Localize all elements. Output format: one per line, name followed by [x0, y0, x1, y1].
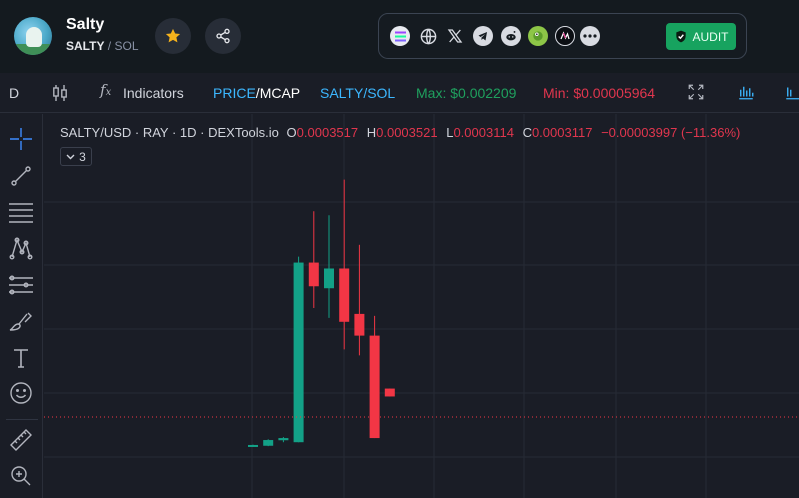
horizontal-lines-icon [9, 203, 33, 223]
token-name: Salty [66, 16, 105, 33]
favorite-button[interactable] [155, 18, 191, 54]
candlestick-chart [44, 114, 799, 498]
forecast-icon [9, 275, 33, 295]
price-chart[interactable]: SALTY/USD · RAY · 1D · DEXTools.io O0.00… [44, 114, 799, 498]
drawing-tools-sidebar [0, 114, 43, 498]
brush-tool[interactable] [8, 309, 34, 335]
coingecko-icon[interactable] [528, 26, 548, 46]
x-twitter-icon[interactable] [445, 26, 465, 46]
candle-body [293, 262, 304, 443]
candle-body [369, 335, 380, 439]
chart-layout-icon [786, 87, 799, 100]
audit-label: AUDIT [692, 29, 729, 44]
crosshair-icon [10, 128, 32, 150]
close-label: C [522, 125, 532, 140]
star-icon [165, 28, 181, 43]
text-tool[interactable] [8, 345, 34, 371]
candle-body [308, 262, 319, 287]
audit-button[interactable]: AUDIT [666, 23, 736, 50]
max-price-label: Max: $0.002209 [416, 85, 517, 101]
indicators-fx-icon[interactable]: fx [100, 81, 111, 99]
mcap-toggle-label[interactable]: MCAP [260, 85, 300, 101]
interval-selector[interactable]: D [9, 85, 19, 101]
candlestick-icon [53, 85, 67, 101]
crosshair-tool[interactable] [8, 126, 34, 152]
zoom-in-icon [11, 466, 31, 486]
fullscreen-icon [688, 84, 704, 100]
chart-type-button[interactable] [52, 83, 68, 106]
chevron-down-icon [66, 154, 75, 159]
website-globe-icon[interactable] [418, 26, 438, 46]
token-avatar [14, 17, 52, 55]
tools-divider [6, 419, 38, 420]
ruler-icon [10, 429, 32, 451]
social-links-bar: AUDIT [378, 13, 747, 59]
candle-body [339, 268, 350, 322]
pair-currency-toggle[interactable]: SALTY/SOL [320, 85, 395, 101]
emoji-tool[interactable] [8, 380, 34, 406]
trend-line-icon [11, 166, 31, 186]
smiley-icon [10, 382, 32, 404]
price-toggle-label[interactable]: PRICE [213, 85, 256, 101]
chart-title: SALTY/USD · RAY · 1D · DEXTools.io [60, 125, 279, 140]
prediction-tool[interactable] [8, 272, 34, 298]
low-value: 0.0003114 [453, 125, 514, 140]
token-header: Salty SALTY / SOL AUDIT [0, 0, 799, 73]
legend-collapse-button[interactable]: 3 [60, 147, 92, 166]
open-value: 0.0003517 [296, 125, 359, 140]
measure-tool[interactable] [8, 427, 34, 453]
high-label: H [366, 125, 377, 140]
share-button[interactable] [205, 18, 241, 54]
layout-button[interactable] [784, 83, 799, 104]
min-price-label: Min: $0.00005964 [543, 85, 656, 101]
fullscreen-button[interactable] [687, 83, 705, 104]
token-pair: SALTY / SOL [66, 39, 139, 53]
pattern-icon [9, 237, 33, 260]
pattern-tool[interactable] [8, 235, 34, 261]
more-icon[interactable] [580, 26, 600, 46]
indicators-button[interactable]: Indicators [123, 85, 184, 101]
candle-body [384, 388, 395, 397]
share-icon [216, 28, 230, 44]
shield-check-icon [675, 30, 686, 43]
candle-body [263, 440, 274, 446]
close-value: 0.0003117 [531, 125, 593, 140]
text-icon [14, 349, 28, 368]
indicator-count: 3 [79, 149, 86, 164]
volume-toggle-button[interactable] [737, 83, 755, 104]
solana-icon[interactable] [390, 26, 410, 46]
chart-toolbar: D fx Indicators PRICE/MCAP SALTY/SOL Max… [0, 73, 799, 113]
zoom-tool[interactable] [8, 463, 34, 489]
price-mcap-toggle[interactable]: PRICE/MCAP [213, 85, 300, 101]
price-change: −0.00003997 (−11.36%) [601, 125, 741, 140]
token-quote-symbol: SOL [114, 39, 139, 53]
pair-separator: / [107, 39, 112, 53]
chart-bars-icon [739, 86, 754, 100]
candle-body [248, 444, 258, 447]
candle-body [278, 438, 289, 441]
candle-body [324, 268, 334, 289]
trend-line-tool[interactable] [8, 163, 34, 189]
high-value: 0.0003521 [376, 125, 438, 140]
fib-retracement-tool[interactable] [8, 199, 34, 225]
brush-icon [9, 312, 32, 331]
open-label: O [286, 125, 297, 140]
candle-body [354, 313, 365, 336]
reddit-icon[interactable] [501, 26, 521, 46]
token-base-symbol: SALTY [66, 39, 105, 53]
chart-legend: SALTY/USD · RAY · 1D · DEXTools.io O0.00… [60, 125, 740, 140]
coinmarketcap-icon[interactable] [555, 26, 575, 46]
telegram-icon[interactable] [473, 26, 493, 46]
